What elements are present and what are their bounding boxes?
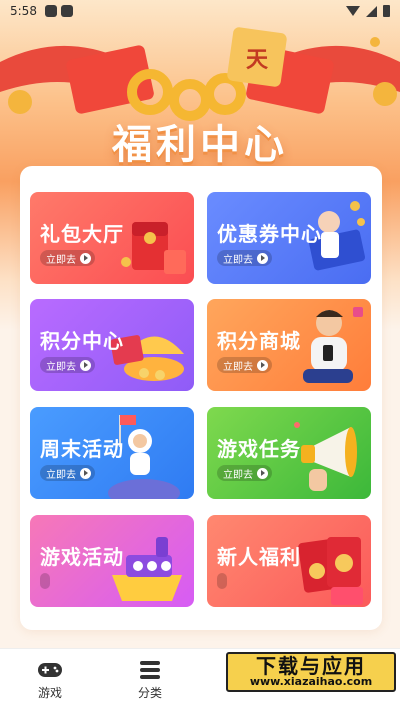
go-button (40, 573, 50, 589)
arrow-right-icon (257, 467, 268, 479)
arrow-right-icon (257, 252, 268, 264)
arrow-right-icon (80, 467, 91, 479)
card-title: 周末活动 (40, 437, 124, 461)
go-button[interactable]: 立即去 (40, 465, 95, 481)
card-weekend-activity[interactable]: 周末活动 立即去 (30, 407, 194, 499)
go-button[interactable]: 立即去 (217, 250, 272, 266)
watermark-text: 下载与应用 (256, 654, 366, 678)
notification-icon (44, 5, 57, 17)
card-gift-hall[interactable]: 礼包大厅 立即去 (30, 192, 194, 284)
card-newbie-benefits[interactable]: 新人福利 (207, 515, 371, 607)
card-title: 游戏任务 (217, 437, 301, 461)
card-title: 礼包大厅 (40, 222, 124, 246)
status-time: 5:58 (10, 4, 37, 18)
card-title: 积分商城 (217, 329, 301, 353)
banner-badge-text: 天 (246, 48, 269, 73)
card-title: 游戏活动 (40, 545, 124, 569)
arrow-right-icon (257, 359, 268, 371)
arrow-right-icon (80, 252, 91, 264)
nav-item-categories[interactable]: 分类 (100, 649, 200, 711)
card-points-center[interactable]: 积分中心 立即去 (30, 299, 194, 391)
go-button[interactable]: 立即去 (40, 250, 95, 266)
watermark-logo: 下载与应用 www.xiazaihao.com (226, 652, 396, 692)
signal-icon (366, 5, 377, 17)
card-game-tasks[interactable]: 游戏任务 立即去 (207, 407, 371, 499)
battery-icon (383, 5, 390, 17)
wifi-icon (346, 6, 360, 16)
category-list-icon (140, 660, 160, 679)
card-coupon-center[interactable]: 优惠券中心 立即去 (207, 192, 371, 284)
go-button (217, 573, 227, 589)
nav-label: 游戏 (37, 685, 62, 700)
card-title: 新人福利 (217, 545, 301, 569)
card-game-events[interactable]: 游戏活动 (30, 515, 194, 607)
go-button[interactable]: 立即去 (40, 357, 95, 373)
card-points-mall[interactable]: 积分商城 立即去 (207, 299, 371, 391)
card-title: 优惠券中心 (217, 222, 322, 246)
benefits-panel: 礼包大厅 立即去 优惠券中心 立即去 积分中心 立即去 积分商城 立即去 周末活… (20, 166, 382, 630)
arrow-right-icon (80, 359, 91, 371)
status-bar: 5:58 (0, 0, 400, 22)
watermark-url: www.xiazaihao.com (249, 675, 373, 688)
go-button[interactable]: 立即去 (217, 465, 272, 481)
notification-icon-2 (60, 5, 73, 17)
nav-item-games[interactable]: 游戏 (0, 649, 100, 711)
card-title: 积分中心 (40, 329, 124, 353)
gamepad-icon (38, 662, 62, 677)
go-button[interactable]: 立即去 (217, 357, 272, 373)
nav-label: 分类 (137, 685, 162, 700)
page-title: 福利中心 (112, 122, 288, 168)
